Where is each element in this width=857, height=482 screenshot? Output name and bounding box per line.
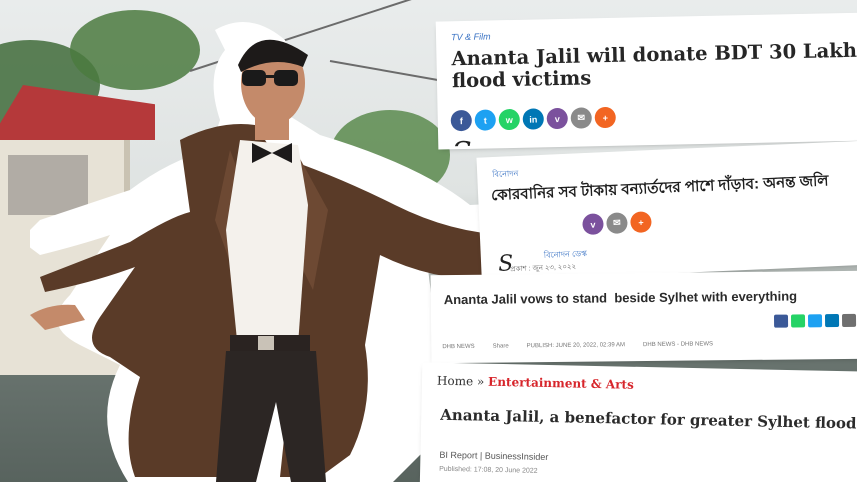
breadcrumb-section[interactable]: Entertainment & Arts <box>488 375 634 392</box>
breadcrumb: Home » Entertainment & Arts <box>437 374 634 392</box>
publisher-logo: S <box>451 136 472 147</box>
meta-published: PUBLISH: JUNE 20, 2022, 02:39 AM <box>526 342 626 350</box>
article-category[interactable]: TV & Film <box>451 31 491 42</box>
article-meta: DHB NEWS Share PUBLISH: JUNE 20, 2022, 0… <box>442 341 713 350</box>
share-icon[interactable] <box>790 314 806 328</box>
meta-share: Share <box>492 343 509 350</box>
meta-tags: DHB NEWS - DHB NEWS <box>643 341 714 349</box>
article-date: Published: 17:08, 20 June 2022 <box>439 465 538 475</box>
article-headline[interactable]: Ananta Jalil vows to stand beside Sylhet… <box>444 288 797 307</box>
viber-share-icon[interactable]: v <box>546 107 568 130</box>
more-share-icon[interactable]: + <box>594 106 616 129</box>
article-headline[interactable]: Ananta Jalil will donate BDT 30 Lakh to … <box>451 38 857 92</box>
share-buttons: f t w in v ✉ + <box>450 106 616 132</box>
meta-source: DHB NEWS <box>442 343 475 351</box>
more-share-icon[interactable]: + <box>630 211 652 234</box>
twitter-share-icon[interactable]: t <box>474 109 496 131</box>
share-icon[interactable] <box>824 314 840 328</box>
facebook-share-icon[interactable]: f <box>450 109 473 132</box>
share-buttons <box>773 313 857 328</box>
share-buttons: v ✉ + <box>582 211 652 236</box>
article-date: প্রকাশ : জুন ২৩, ২০২২ <box>510 263 577 274</box>
breadcrumb-home[interactable]: Home » <box>437 374 485 389</box>
news-card-bangla[interactable]: বিনোদন কোরবানির সব টাকায় বন্যার্তদের পা… <box>479 143 857 279</box>
email-share-icon[interactable]: ✉ <box>606 212 628 235</box>
share-icon[interactable] <box>773 314 789 328</box>
viber-share-icon[interactable]: v <box>582 213 604 236</box>
share-icon[interactable] <box>807 314 823 328</box>
news-card-businessinsider[interactable]: Home » Entertainment & Arts Ananta Jalil… <box>422 365 857 482</box>
linkedin-share-icon[interactable]: in <box>522 108 544 130</box>
whatsapp-share-icon[interactable]: w <box>498 108 520 131</box>
article-headline[interactable]: কোরবানির সব টাকায় বন্যার্তদের পাশে দাঁড… <box>491 166 857 209</box>
email-share-icon[interactable]: ✉ <box>570 107 592 129</box>
article-byline: BI Report | BusinessInsider <box>439 449 549 463</box>
article-category[interactable]: বিনোদন <box>492 168 519 182</box>
article-headline[interactable]: Ananta Jalil, a benefactor for greater S… <box>440 406 857 434</box>
news-card-dhakatribune[interactable]: TV & Film Ananta Jalil will donate BDT 3… <box>438 15 857 147</box>
share-icon[interactable] <box>841 313 857 327</box>
news-card-dhb[interactable]: Ananta Jalil vows to stand beside Sylhet… <box>433 273 857 361</box>
